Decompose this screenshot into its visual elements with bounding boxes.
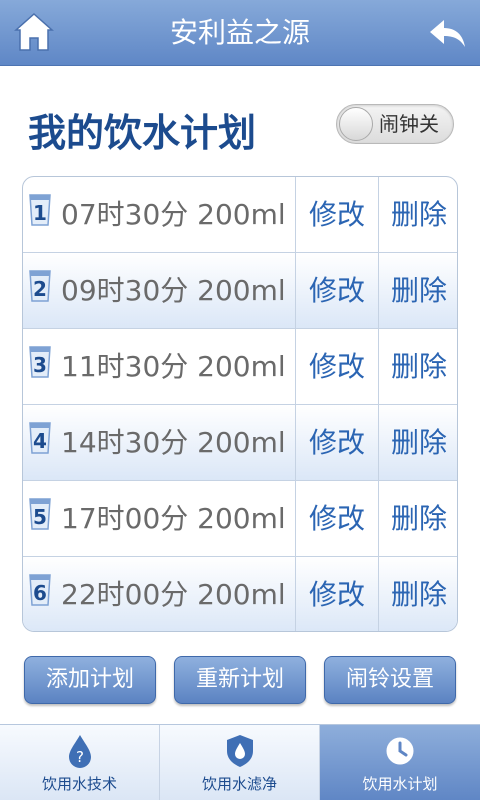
- plan-time-cell: 3 11时30分 200ml: [23, 329, 296, 404]
- edit-button[interactable]: 修改: [296, 481, 379, 556]
- toggle-knob: [339, 107, 373, 141]
- plan-time-cell: 6 22时00分 200ml: [23, 557, 296, 631]
- app-header: 安利益之源: [0, 0, 480, 66]
- edit-button[interactable]: 修改: [296, 253, 379, 328]
- plan-time-cell: 1 07时30分 200ml: [23, 177, 296, 252]
- alarm-toggle-label: 闹钟关: [379, 112, 439, 136]
- plan-table: 1 07时30分 200ml 修改 删除 2 09时30分 200ml 修改 删除 3 11时30…: [22, 176, 458, 632]
- app-title: 安利益之源: [169, 16, 310, 49]
- plan-row: 4 14时30分 200ml 修改 删除: [23, 405, 457, 481]
- shield-water-icon: [227, 735, 253, 767]
- bottom-tab-bar: ? 饮用水技术 饮用水滤净 饮用水计划: [0, 724, 480, 800]
- delete-button[interactable]: 删除: [379, 481, 457, 556]
- delete-button[interactable]: 删除: [379, 177, 457, 252]
- plan-time-text: 09时30分 200ml: [61, 274, 286, 307]
- plan-row: 2 09时30分 200ml 修改 删除: [23, 253, 457, 329]
- plan-time-cell: 5 17时00分 200ml: [23, 481, 296, 556]
- delete-button[interactable]: 删除: [379, 557, 457, 631]
- plan-time-text: 07时30分 200ml: [61, 198, 286, 231]
- tab-water-filter[interactable]: 饮用水滤净: [160, 725, 320, 800]
- edit-button[interactable]: 修改: [296, 329, 379, 404]
- water-cup-icon: 4: [29, 421, 51, 455]
- plan-row: 1 07时30分 200ml 修改 删除: [23, 177, 457, 253]
- svg-text:?: ?: [76, 748, 84, 766]
- edit-button[interactable]: 修改: [296, 177, 379, 252]
- add-plan-button[interactable]: 添加计划: [24, 656, 156, 704]
- plan-time-cell: 2 09时30分 200ml: [23, 253, 296, 328]
- back-arrow-icon[interactable]: [428, 14, 468, 52]
- water-cup-icon: 5: [29, 497, 51, 531]
- reset-plan-button[interactable]: 重新计划: [174, 656, 306, 704]
- water-drop-question-icon: ?: [69, 735, 91, 768]
- clock-icon: [386, 737, 414, 765]
- plan-row-index: 3: [33, 353, 47, 377]
- delete-button[interactable]: 删除: [379, 253, 457, 328]
- plan-time-text: 14时30分 200ml: [61, 426, 286, 459]
- tab-label: 饮用水滤净: [201, 775, 277, 793]
- water-cup-icon: 3: [29, 345, 51, 379]
- edit-button[interactable]: 修改: [296, 405, 379, 480]
- plan-row: 6 22时00分 200ml 修改 删除: [23, 557, 457, 631]
- plan-row-index: 5: [33, 505, 47, 529]
- ringtone-settings-button[interactable]: 闹铃设置: [324, 656, 456, 704]
- tab-water-tech[interactable]: ? 饮用水技术: [0, 725, 160, 800]
- tab-water-plan[interactable]: 饮用水计划: [320, 725, 480, 800]
- water-cup-icon: 1: [29, 193, 51, 227]
- plan-row-index: 6: [33, 581, 47, 605]
- tab-label: 饮用水技术: [41, 775, 117, 793]
- tab-label: 饮用水计划: [362, 775, 438, 793]
- delete-button[interactable]: 删除: [379, 405, 457, 480]
- plan-row-index: 4: [33, 429, 47, 453]
- water-cup-icon: 6: [29, 573, 51, 607]
- plan-row: 5 17时00分 200ml 修改 删除: [23, 481, 457, 557]
- alarm-toggle[interactable]: 闹钟关: [336, 104, 454, 144]
- plan-time-text: 22时00分 200ml: [61, 578, 286, 611]
- water-cup-icon: 2: [29, 269, 51, 303]
- plan-row-index: 2: [33, 277, 47, 301]
- plan-row-index: 1: [33, 201, 47, 225]
- plan-time-text: 11时30分 200ml: [61, 350, 286, 383]
- plan-row: 3 11时30分 200ml 修改 删除: [23, 329, 457, 405]
- plan-time-cell: 4 14时30分 200ml: [23, 405, 296, 480]
- delete-button[interactable]: 删除: [379, 329, 457, 404]
- page-title: 我的饮水计划: [28, 111, 257, 155]
- edit-button[interactable]: 修改: [296, 557, 379, 631]
- plan-time-text: 17时00分 200ml: [61, 502, 286, 535]
